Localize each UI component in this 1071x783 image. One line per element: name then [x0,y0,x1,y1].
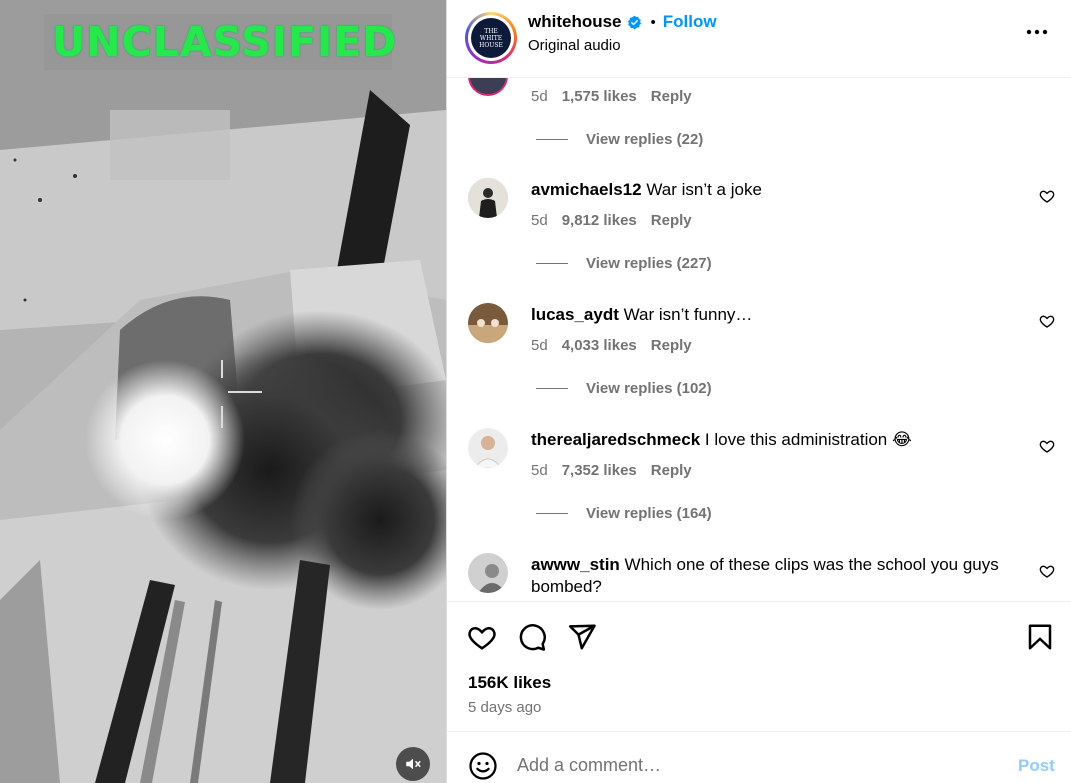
comment-age: 5d [531,88,548,105]
video-frame [0,0,446,783]
avatar-text: THE [484,27,498,35]
white-house-seal-icon: THE WHITE HOUSE [471,18,511,58]
view-replies-label: View replies (102) [586,380,712,397]
post-actions: 156K likes 5 days ago [447,601,1071,731]
person-photo-icon [468,303,508,343]
add-comment-input[interactable] [517,748,987,782]
avatar-text: WHITE [479,34,503,42]
muted-speaker-icon [406,758,421,770]
follow-button[interactable]: Follow [663,12,717,32]
reply-button[interactable]: Reply [651,88,692,105]
like-comment-heart-icon[interactable] [1039,188,1055,204]
comment-body: War isn’t a joke [646,180,762,199]
emoji-smiley-icon[interactable] [468,751,498,781]
comment-age: 5d [531,337,548,354]
comment-item: therealjaredschmeck I love this administ… [447,428,1071,538]
comment-composer: Post [447,731,1071,783]
like-comment-heart-icon[interactable] [1039,563,1055,579]
comment-text: lucas_aydt War isn’t funny… [531,304,1011,326]
commenter-avatar[interactable] [468,553,508,593]
commenter-avatar[interactable] [468,178,508,218]
reply-button[interactable]: Reply [651,337,692,354]
comment-meta: 5d 4,033 likes Reply [531,337,692,354]
more-options-icon[interactable] [1024,22,1050,42]
like-comment-heart-icon[interactable] [1039,313,1055,329]
commenter-avatar[interactable] [468,303,508,343]
reply-button[interactable]: Reply [651,212,692,229]
save-bookmark-icon[interactable] [1025,622,1055,652]
comment-meta: 5d 7,352 likes Reply [531,462,692,479]
owner-row: whitehouse • Follow [528,12,717,32]
owner-avatar[interactable]: THE WHITE HOUSE [465,12,517,64]
view-replies-button[interactable]: View replies (102) [536,380,712,397]
comment-likes[interactable]: 1,575 likes [562,88,637,105]
comment-item: avmichaels12 War isn’t a joke 5d 9,812 l… [447,178,1071,288]
commenter-avatar[interactable] [468,78,508,96]
unclassified-overlay-label: UNCLASSIFIED [44,14,396,70]
person-photo-icon [468,178,508,218]
comment-meta: 5d 9,812 likes Reply [531,212,692,229]
comment-likes[interactable]: 4,033 likes [562,337,637,354]
commenter-username[interactable]: lucas_aydt [531,305,619,324]
comment-item: awww_stin Which one of these clips was t… [447,553,1071,601]
view-replies-label: View replies (164) [586,505,712,522]
comment-body: I love this administration 😂 [704,430,912,449]
post-video[interactable]: UNCLASSIFIED [0,0,446,783]
comments-list[interactable]: 5d 1,575 likes Reply View replies (22) a… [447,78,1071,601]
owner-username[interactable]: whitehouse [528,12,622,32]
commenter-username[interactable]: avmichaels12 [531,180,642,199]
comment-bubble-icon[interactable] [517,622,547,652]
replies-divider-line [536,263,568,264]
commenter-avatar[interactable] [468,428,508,468]
view-replies-button[interactable]: View replies (227) [536,255,712,272]
commenter-username[interactable]: awww_stin [531,555,620,574]
comment-age: 5d [531,212,548,229]
avatar-text: HOUSE [479,41,503,49]
verified-badge-icon [627,15,641,29]
comment-meta: 5d 1,575 likes Reply [531,88,692,105]
commenter-username[interactable]: therealjaredschmeck [531,430,700,449]
comment-likes[interactable]: 7,352 likes [562,462,637,479]
share-paper-plane-icon[interactable] [567,622,597,652]
post-timestamp[interactable]: 5 days ago [468,699,541,716]
comment-likes[interactable]: 9,812 likes [562,212,637,229]
comment-text: avmichaels12 War isn’t a joke [531,179,1011,201]
view-replies-button[interactable]: View replies (164) [536,505,712,522]
original-audio-link[interactable]: Original audio [528,37,621,54]
post-comment-button[interactable]: Post [1018,756,1055,776]
separator-dot: • [650,13,656,31]
view-replies-label: View replies (227) [586,255,712,272]
post-header: THE WHITE HOUSE whitehouse • Follow Orig… [447,0,1071,78]
like-comment-heart-icon[interactable] [1039,438,1055,454]
view-replies-label: View replies (22) [586,131,704,148]
comment-item: 5d 1,575 likes Reply View replies (22) [447,78,1071,158]
mute-toggle-button[interactable] [396,747,430,781]
comment-body: War isn’t funny… [623,305,753,324]
comment-text: therealjaredschmeck I love this administ… [531,429,1011,451]
comment-item: lucas_aydt War isn’t funny… 5d 4,033 lik… [447,303,1071,413]
person-photo-icon [468,553,508,593]
reply-button[interactable]: Reply [651,462,692,479]
comment-age: 5d [531,462,548,479]
person-photo-icon [468,428,508,468]
replies-divider-line [536,513,568,514]
post-panel: THE WHITE HOUSE whitehouse • Follow Orig… [446,0,1071,783]
view-replies-button[interactable]: View replies (22) [536,131,703,148]
likes-count[interactable]: 156K likes [468,673,551,693]
replies-divider-line [536,139,568,140]
like-heart-icon[interactable] [467,622,497,652]
comment-text: awww_stin Which one of these clips was t… [531,554,1011,598]
replies-divider-line [536,388,568,389]
